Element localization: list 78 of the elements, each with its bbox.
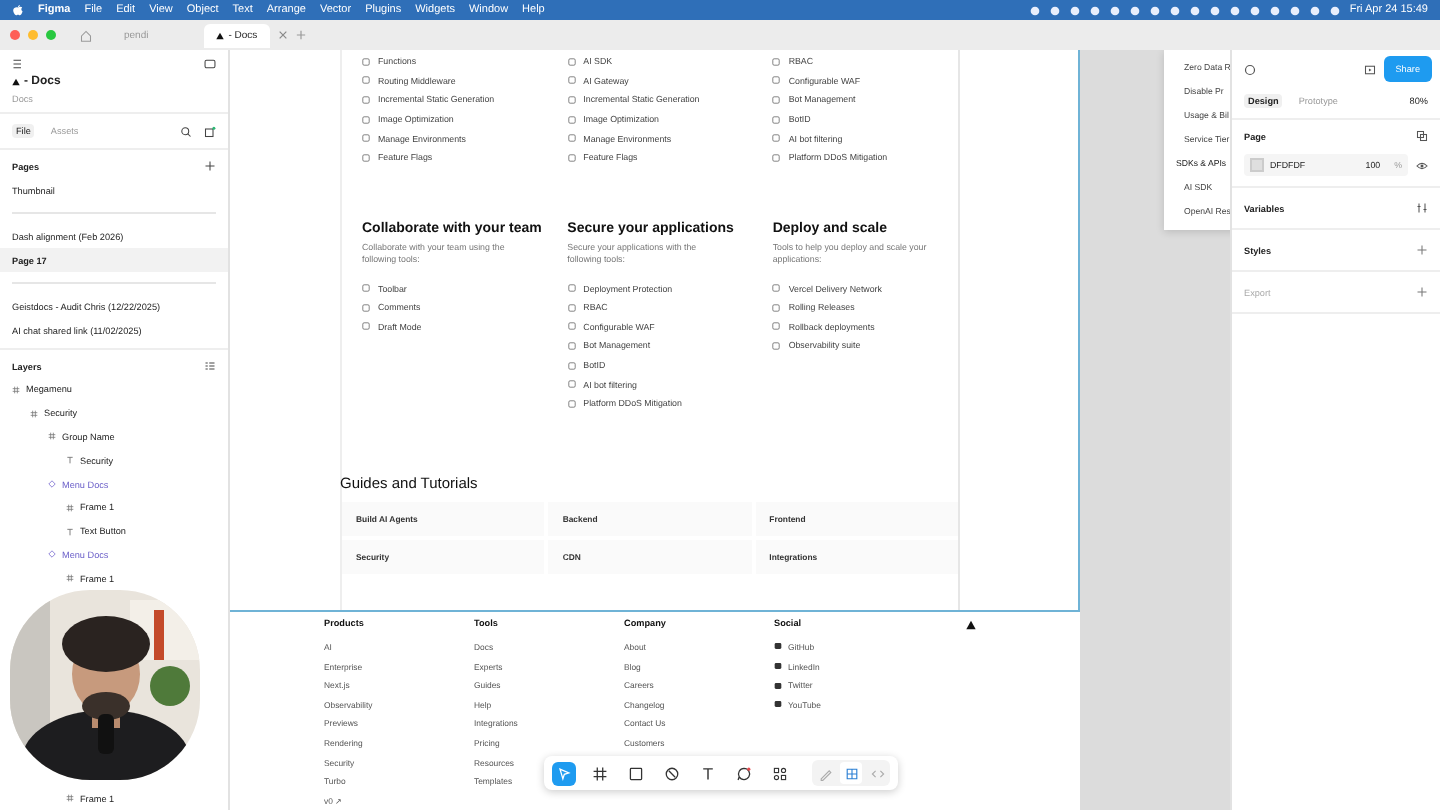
sidebar-icon[interactable] <box>204 58 216 70</box>
square-icon <box>772 115 781 124</box>
comment-icon <box>736 765 752 781</box>
eye-icon[interactable] <box>1416 159 1428 171</box>
frame-icon <box>12 385 20 394</box>
social-icon <box>774 700 782 709</box>
add-icon[interactable] <box>1416 244 1428 256</box>
square-icon <box>567 95 576 104</box>
square-icon <box>362 153 370 162</box>
square-icon <box>567 303 576 312</box>
draw-icon <box>817 765 833 781</box>
square-icon <box>362 57 370 66</box>
square-icon <box>772 95 781 104</box>
menu-icon[interactable] <box>12 58 24 70</box>
square-icon <box>362 115 370 124</box>
design-mode-button[interactable] <box>840 762 862 784</box>
home-icon[interactable] <box>80 29 92 41</box>
text-layer-icon <box>66 527 74 536</box>
frame-icon <box>592 765 608 781</box>
frame-icon <box>66 574 74 583</box>
square-icon <box>362 303 370 312</box>
square-icon <box>567 380 576 389</box>
add-icon[interactable] <box>1416 286 1428 298</box>
list-icon[interactable] <box>204 360 216 372</box>
square-icon <box>567 399 576 408</box>
square-icon <box>772 57 781 66</box>
color-swatch <box>1250 158 1264 172</box>
design-icon <box>843 765 859 781</box>
social-icon <box>774 681 782 690</box>
instance-icon <box>48 550 56 559</box>
square-icon <box>362 134 370 143</box>
triangle-logo <box>216 31 225 39</box>
square-icon <box>567 57 576 66</box>
square-icon <box>772 341 781 350</box>
square-icon <box>567 341 576 350</box>
triangle-logo[interactable] <box>966 619 976 630</box>
square-icon <box>362 95 370 104</box>
square-icon <box>772 303 781 312</box>
instance-icon <box>48 480 56 489</box>
text-layer-icon <box>66 456 74 465</box>
search-icon[interactable] <box>180 125 192 137</box>
square-icon <box>567 115 576 124</box>
frame-icon <box>66 794 74 803</box>
square-icon <box>362 322 370 331</box>
sliders-icon[interactable] <box>1416 202 1428 214</box>
code-icon <box>869 765 885 781</box>
square-icon <box>772 153 781 162</box>
library-icon[interactable] <box>204 125 216 137</box>
avatar-icon[interactable] <box>1244 63 1256 75</box>
square-icon <box>772 134 781 143</box>
frame-icon <box>66 503 74 512</box>
rectangle-icon <box>628 765 644 781</box>
square-icon <box>362 284 370 293</box>
square-icon <box>567 361 576 370</box>
square-icon <box>567 153 576 162</box>
copy-icon[interactable] <box>1416 130 1428 142</box>
add-icon[interactable] <box>204 160 216 172</box>
square-icon <box>772 76 781 85</box>
square-icon <box>567 134 576 143</box>
social-icon <box>774 642 782 651</box>
actions-icon <box>772 765 788 781</box>
square-icon <box>772 284 781 293</box>
social-icon <box>774 662 782 671</box>
text-icon <box>700 765 716 781</box>
close-window-icon[interactable] <box>10 30 20 40</box>
square-icon <box>567 76 576 85</box>
apple-icon[interactable] <box>12 4 24 16</box>
square-icon <box>567 322 576 331</box>
move-tool[interactable] <box>552 761 576 785</box>
present-icon[interactable] <box>1363 63 1376 75</box>
triangle-logo <box>12 78 20 86</box>
square-icon <box>772 322 781 331</box>
move-icon <box>556 765 572 781</box>
close-icon[interactable] <box>277 30 288 40</box>
square-icon <box>362 76 370 85</box>
frame-icon <box>48 432 56 441</box>
square-icon <box>567 284 576 293</box>
frame-icon <box>30 409 38 418</box>
